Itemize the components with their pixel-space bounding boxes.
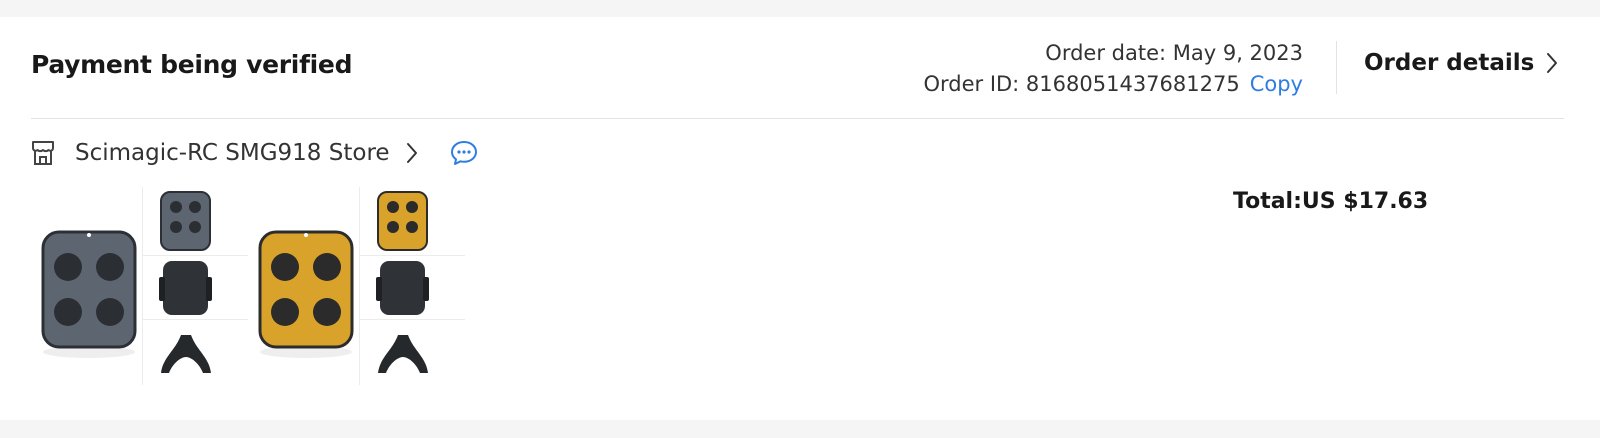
- copy-button[interactable]: Copy: [1250, 72, 1303, 96]
- order-id: Order ID: 8168051437681275: [923, 72, 1240, 96]
- order-id-row: Order ID: 8168051437681275 Copy: [923, 69, 1303, 100]
- order-status: Payment being verified: [31, 50, 353, 79]
- order-meta: Order date: May 9, 2023 Order ID: 816805…: [923, 38, 1303, 100]
- order-details-label: Order details: [1364, 50, 1535, 76]
- product-image-gray[interactable]: [31, 187, 248, 385]
- store-row: Scimagic-RC SMG918 Store: [31, 136, 478, 170]
- store-icon: [31, 140, 55, 166]
- header-divider: [1336, 41, 1337, 94]
- chevron-right-icon: [1546, 52, 1558, 74]
- order-total: Total:US $17.63: [1233, 189, 1429, 214]
- order-header: Payment being verified Order date: May 9…: [31, 17, 1564, 119]
- product-thumbnails: [31, 187, 465, 385]
- product-image-yellow[interactable]: [248, 187, 465, 385]
- order-card: Payment being verified Order date: May 9…: [0, 17, 1600, 420]
- store-name[interactable]: Scimagic-RC SMG918 Store: [75, 140, 390, 166]
- chevron-right-icon[interactable]: [406, 142, 418, 164]
- order-date: Order date: May 9, 2023: [1045, 41, 1303, 65]
- chat-bubble-icon[interactable]: [450, 140, 478, 166]
- order-details-link[interactable]: Order details: [1364, 50, 1558, 76]
